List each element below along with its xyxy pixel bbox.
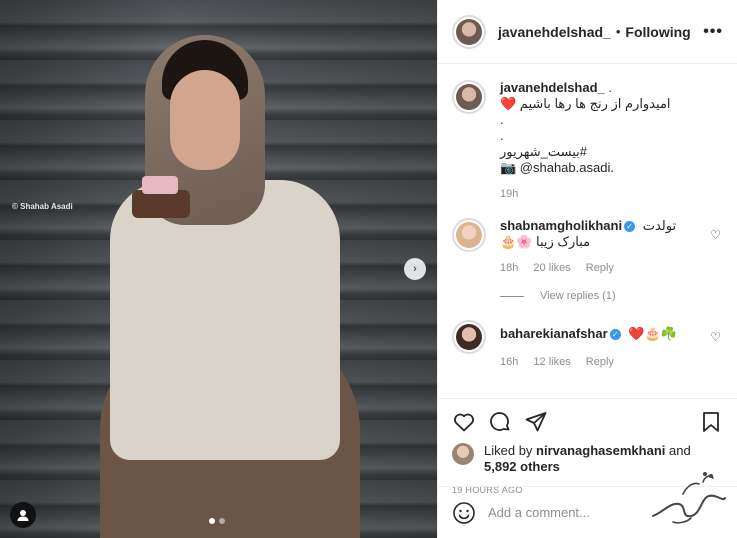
likes-count[interactable]: 5,892 others <box>484 459 560 474</box>
comment-input[interactable] <box>488 505 638 520</box>
comment-text: تولدت <box>642 218 677 233</box>
next-slide-button[interactable]: › <box>404 258 426 280</box>
comment: baharekianafshar ✓ ❤️🎂☘️ 16h 12 likes Rep… <box>452 320 723 368</box>
reply-button[interactable]: Reply <box>586 356 614 368</box>
avatar[interactable] <box>452 443 474 465</box>
avatar[interactable] <box>452 80 486 114</box>
post-photo[interactable]: © Shahab Asadi › <box>0 0 437 538</box>
header-separator: • <box>615 24 621 39</box>
comments-list: javanehdelshad_ . امیدوارم از رنج ها رها… <box>438 64 737 398</box>
share-icon[interactable] <box>524 410 548 434</box>
tagged-user-button[interactable] <box>10 502 36 528</box>
post-header: javanehdelshad_ • Following ••• <box>438 0 737 64</box>
verified-badge-icon: ✓ <box>624 221 636 232</box>
comment-likes[interactable]: 20 likes <box>533 262 570 274</box>
comment-likes[interactable]: 12 likes <box>533 356 570 368</box>
slide-indicator <box>209 518 225 524</box>
birthday-cake <box>132 190 190 218</box>
caption-time: 19h <box>500 188 519 200</box>
caption-line: امیدوارم از رنج ها رها باشیم ❤️ <box>500 96 671 111</box>
caption-line: . <box>500 128 504 143</box>
comment-text: ❤️🎂☘️ <box>628 326 677 341</box>
comment-time: 16h <box>500 356 519 368</box>
instagram-post-view: © Shahab Asadi › javanehdelshad_ • Follo… <box>0 0 737 538</box>
emoji-icon[interactable] <box>452 501 476 525</box>
comment: shabnamgholikhani ✓ تولدت مبارک زیبا 🌸🎂 1… <box>452 218 723 274</box>
comment-time: 18h <box>500 262 519 274</box>
bookmark-icon[interactable] <box>699 410 723 434</box>
verified-badge-icon: ✓ <box>609 329 621 340</box>
caption-suffix: . <box>608 80 613 95</box>
following-button[interactable]: Following <box>625 24 690 40</box>
caption: javanehdelshad_ . امیدوارم از رنج ها رها… <box>452 80 723 200</box>
comment-username[interactable]: shabnamgholikhani <box>500 218 622 233</box>
caption-hashtag[interactable]: #بیست_شهریور <box>500 144 723 160</box>
avatar[interactable] <box>452 14 486 49</box>
view-replies-button[interactable]: View replies (1) <box>500 290 723 302</box>
caption-username[interactable]: javanehdelshad_ <box>500 80 605 95</box>
photo-subject <box>90 30 370 538</box>
photo-watermark: © Shahab Asadi <box>12 202 73 211</box>
avatar[interactable] <box>452 218 486 252</box>
more-dots-icon[interactable]: ••• <box>703 23 723 41</box>
heart-icon[interactable]: ♡ <box>710 330 721 344</box>
add-comment-bar <box>438 472 737 538</box>
caption-line: . <box>500 112 504 127</box>
comment-icon[interactable] <box>488 410 512 434</box>
heart-icon[interactable]: ♡ <box>710 228 721 242</box>
liked-by-user[interactable]: nirvanaghasemkhani <box>536 443 665 458</box>
site-logo-watermark <box>652 472 726 524</box>
post-sidebar: javanehdelshad_ • Following ••• javanehd… <box>437 0 737 538</box>
comment-username[interactable]: baharekianafshar <box>500 326 608 341</box>
header-username[interactable]: javanehdelshad_ <box>498 24 611 40</box>
slide-dot <box>219 518 225 524</box>
avatar[interactable] <box>452 320 486 354</box>
caption-mention[interactable]: 📷 @shahab.asadi. <box>500 160 723 176</box>
heart-icon[interactable] <box>452 410 476 434</box>
user-icon <box>17 510 29 521</box>
comment-text: مبارک زیبا 🌸🎂 <box>500 234 591 249</box>
reply-button[interactable]: Reply <box>586 262 614 274</box>
slide-dot <box>209 518 215 524</box>
